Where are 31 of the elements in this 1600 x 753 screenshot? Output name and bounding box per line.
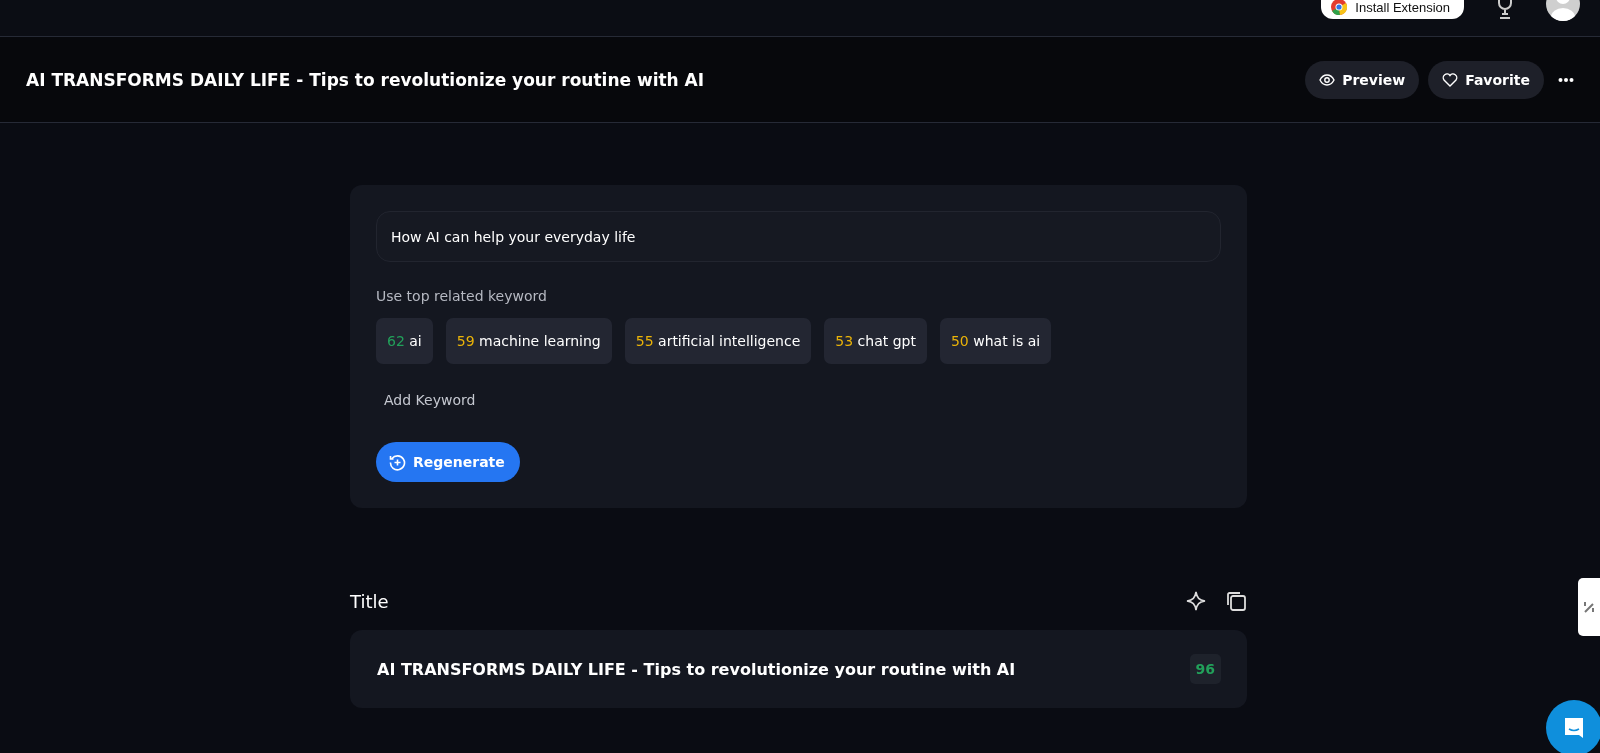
chat-button[interactable] <box>1546 700 1600 753</box>
keyword-chip[interactable]: 50 what is ai <box>939 318 1052 364</box>
generated-title: AI TRANSFORMS DAILY LIFE - Tips to revolutionize your routine with AI <box>377 659 1017 679</box>
side-widget-tab[interactable] <box>1578 578 1600 636</box>
page-title: AI TRANSFORMS DAILY LIFE - Tips to revolutionize your routine with AI <box>26 69 706 90</box>
more-icon[interactable] <box>1558 76 1574 83</box>
regenerate-icon <box>389 453 406 471</box>
sparkle-icon[interactable] <box>1185 590 1207 612</box>
section-heading: Title <box>350 590 390 612</box>
keyword-chip[interactable]: 55 artificial intelligence <box>624 318 812 364</box>
regenerate-button[interactable]: Regenerate <box>376 442 520 482</box>
eye-icon <box>1319 73 1336 86</box>
keyword-chip[interactable]: 62 ai <box>376 318 433 364</box>
keyword-score: 53 <box>835 333 854 349</box>
favorite-button[interactable]: Favorite <box>1428 60 1544 99</box>
keyword-score: 59 <box>456 333 475 349</box>
keyword-score: 62 <box>387 333 405 349</box>
keyword-chip[interactable]: 59 machine learning <box>445 318 612 364</box>
heart-icon <box>1442 72 1459 87</box>
copy-icon[interactable] <box>1225 590 1247 612</box>
keyword-chip[interactable]: 53 chat gpt <box>824 318 927 364</box>
title-score: 96 <box>1189 654 1221 684</box>
keyword-score: 55 <box>635 333 654 349</box>
preview-button[interactable]: Preview <box>1305 60 1420 99</box>
chrome-icon <box>1331 0 1348 15</box>
keywords-label: Use top related keyword <box>376 288 548 304</box>
add-keyword-button[interactable]: Add Keyword <box>376 384 484 416</box>
install-extension-button[interactable]: Install Extension <box>1321 0 1464 19</box>
chat-icon <box>1562 716 1586 740</box>
keyword-score: 50 <box>950 333 969 349</box>
topic-input-field[interactable]: How AI can help your everyday life <box>376 211 1221 262</box>
